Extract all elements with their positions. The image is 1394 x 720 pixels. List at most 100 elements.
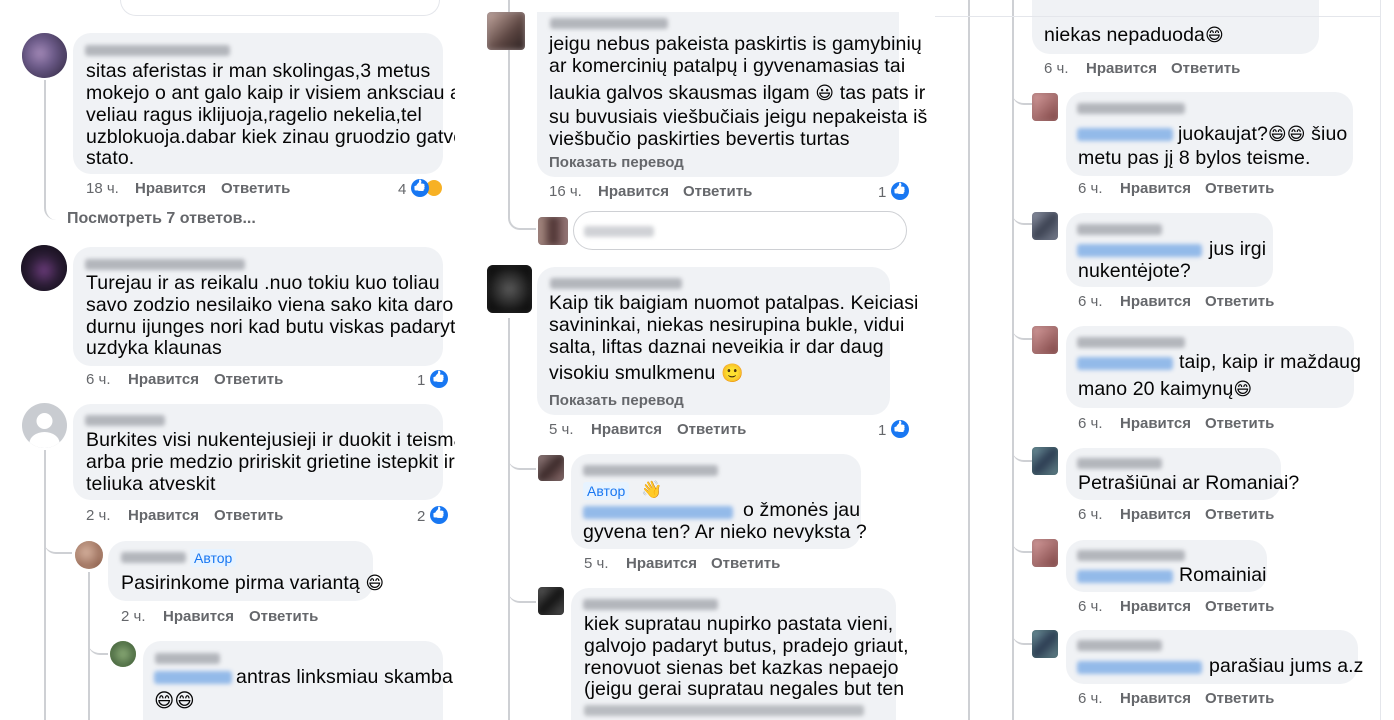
- author-name-blurred[interactable]: [1077, 640, 1162, 651]
- author-name-blurred[interactable]: [583, 465, 718, 476]
- reply-button[interactable]: Ответить: [249, 608, 318, 625]
- show-translation-link[interactable]: Показать перевод: [549, 392, 684, 409]
- author-name-blurred[interactable]: [85, 259, 245, 270]
- avatar[interactable]: [1032, 539, 1058, 567]
- reply-button[interactable]: Ответить: [1205, 506, 1274, 523]
- avatar[interactable]: [1032, 93, 1058, 121]
- thread-line: [88, 630, 108, 655]
- avatar[interactable]: [21, 245, 67, 291]
- avatar[interactable]: [1032, 326, 1058, 354]
- comment-time[interactable]: 6 ч.: [86, 371, 111, 388]
- avatar[interactable]: [75, 541, 103, 569]
- reply-button[interactable]: Ответить: [214, 371, 283, 388]
- comment-time[interactable]: 16 ч.: [549, 183, 582, 200]
- comment-time[interactable]: 18 ч.: [86, 180, 119, 197]
- like-button[interactable]: Нравится: [163, 608, 234, 625]
- grin-emoji-icon: 😄: [1233, 379, 1253, 399]
- comment-text: Romainiai: [1179, 564, 1267, 586]
- reply-button[interactable]: Ответить: [1205, 690, 1274, 707]
- mention-tag-blurred[interactable]: [583, 506, 733, 519]
- view-more-replies-link[interactable]: Посмотреть 7 ответов...: [67, 210, 256, 228]
- author-badge: Автор: [190, 549, 237, 567]
- comment-time[interactable]: 6 ч.: [1044, 60, 1069, 77]
- default-avatar-icon: [29, 413, 60, 448]
- avatar[interactable]: [1032, 212, 1058, 240]
- avatar[interactable]: [1032, 447, 1058, 475]
- reply-button[interactable]: Ответить: [1205, 598, 1274, 615]
- like-button[interactable]: Нравится: [626, 555, 697, 572]
- reply-button[interactable]: Ответить: [683, 183, 752, 200]
- comment-text-line: Burkites visi nukentejusieji ir duokit i…: [86, 429, 471, 451]
- reaction-summary[interactable]: 2: [417, 506, 448, 525]
- avatar[interactable]: [110, 641, 136, 667]
- comment-time[interactable]: 5 ч.: [584, 555, 609, 572]
- reply-button[interactable]: Ответить: [1171, 60, 1240, 77]
- reply-button[interactable]: Ответить: [221, 180, 290, 197]
- mention-tag-blurred[interactable]: [1077, 570, 1173, 583]
- reaction-summary[interactable]: 4: [398, 179, 443, 198]
- comment-time[interactable]: 6 ч.: [1078, 598, 1103, 615]
- author-name-blurred[interactable]: [550, 18, 668, 29]
- author-name-blurred[interactable]: [550, 278, 682, 289]
- reply-button[interactable]: Ответить: [677, 421, 746, 438]
- reaction-summary[interactable]: 1: [878, 420, 909, 439]
- reply-button[interactable]: Ответить: [711, 555, 780, 572]
- author-name-blurred[interactable]: [155, 653, 220, 664]
- current-user-avatar[interactable]: [538, 217, 568, 245]
- comment-time[interactable]: 6 ч.: [1078, 506, 1103, 523]
- like-button[interactable]: Нравится: [1120, 180, 1191, 197]
- like-button[interactable]: Нравится: [1120, 598, 1191, 615]
- comment-time[interactable]: 6 ч.: [1078, 690, 1103, 707]
- reaction-summary[interactable]: 1: [878, 182, 909, 201]
- avatar[interactable]: [487, 265, 532, 313]
- comment-bubble: jus irgi nukentėjote?: [1066, 213, 1273, 287]
- like-button[interactable]: Нравится: [598, 183, 669, 200]
- comment-time[interactable]: 2 ч.: [86, 507, 111, 524]
- avatar[interactable]: [1032, 630, 1058, 658]
- reply-button[interactable]: Ответить: [1205, 415, 1274, 432]
- avatar[interactable]: [487, 12, 525, 50]
- like-button[interactable]: Нравится: [591, 421, 662, 438]
- like-button[interactable]: Нравится: [1120, 415, 1191, 432]
- like-button[interactable]: Нравится: [1120, 506, 1191, 523]
- like-button[interactable]: Нравится: [1086, 60, 1157, 77]
- mention-tag-blurred[interactable]: [154, 671, 232, 684]
- reaction-summary[interactable]: 1: [417, 370, 448, 389]
- like-button[interactable]: Нравится: [128, 507, 199, 524]
- avatar[interactable]: [538, 587, 564, 615]
- like-button[interactable]: Нравится: [128, 371, 199, 388]
- mention-tag-blurred[interactable]: [1077, 357, 1173, 370]
- author-name-blurred[interactable]: [121, 552, 186, 563]
- comment-time[interactable]: 6 ч.: [1078, 180, 1103, 197]
- like-button[interactable]: Нравится: [1120, 690, 1191, 707]
- mention-tag-blurred[interactable]: [1077, 244, 1202, 257]
- author-name-blurred[interactable]: [583, 599, 718, 610]
- author-name-blurred[interactable]: [85, 45, 230, 56]
- show-translation-link[interactable]: Показать перевод: [549, 154, 684, 171]
- author-name-blurred[interactable]: [1077, 224, 1162, 235]
- comment-time[interactable]: 6 ч.: [1078, 415, 1103, 432]
- mention-tag-blurred[interactable]: [1077, 661, 1202, 674]
- avatar[interactable]: [538, 455, 564, 481]
- avatar[interactable]: [22, 403, 67, 448]
- author-name-blurred[interactable]: [1077, 550, 1185, 561]
- author-name-blurred[interactable]: [1077, 458, 1162, 469]
- author-name-blurred[interactable]: [85, 415, 165, 426]
- comment-bubble: Burkites visi nukentejusieji ir duokit i…: [73, 404, 470, 500]
- like-button[interactable]: Нравится: [135, 180, 206, 197]
- author-name-blurred[interactable]: [1077, 337, 1185, 348]
- author-name-blurred[interactable]: [1077, 103, 1185, 114]
- reply-button[interactable]: Ответить: [1205, 293, 1274, 310]
- reply-button[interactable]: Ответить: [1205, 180, 1274, 197]
- comment-text-line: veliau ragus iklijuoja,ragelio nekelia,t…: [86, 104, 422, 126]
- comment-time[interactable]: 6 ч.: [1078, 293, 1103, 310]
- comment-time[interactable]: 5 ч.: [549, 421, 574, 438]
- like-button[interactable]: Нравится: [1120, 293, 1191, 310]
- reply-button[interactable]: Ответить: [214, 507, 283, 524]
- reply-input[interactable]: [573, 211, 907, 250]
- comment-time[interactable]: 2 ч.: [121, 608, 146, 625]
- thread-line: [1012, 315, 1032, 340]
- avatar[interactable]: [22, 33, 67, 78]
- mention-tag-blurred[interactable]: [1077, 128, 1173, 141]
- thread-line: [1012, 200, 1032, 225]
